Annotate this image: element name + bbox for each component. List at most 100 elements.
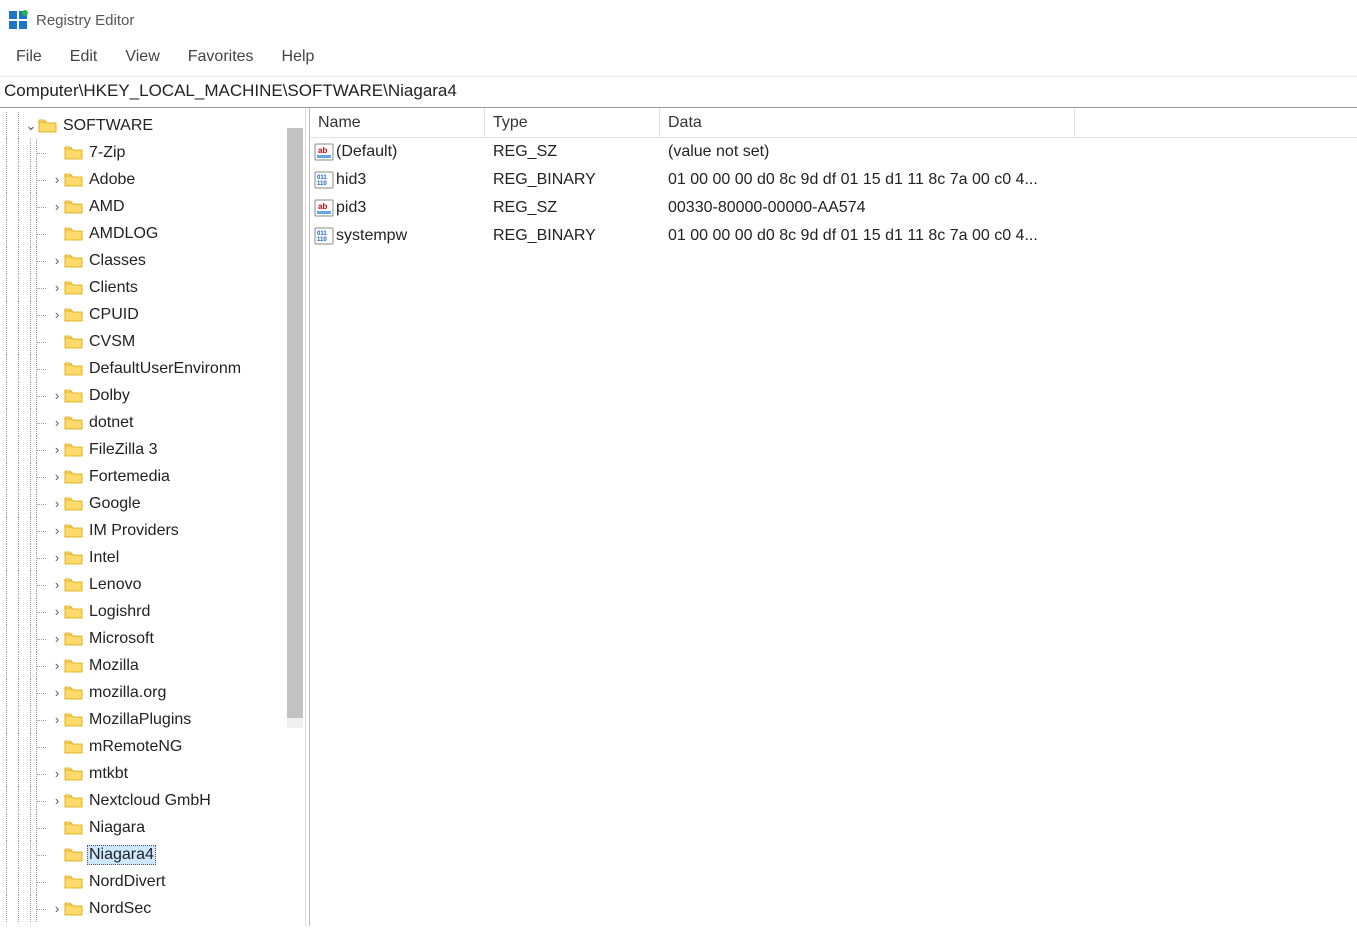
value-row[interactable]: 011110hid3REG_BINARY01 00 00 00 d0 8c 9d… [310,166,1357,194]
tree-node[interactable]: ›CPUID [0,301,309,328]
address-bar[interactable]: Computer\HKEY_LOCAL_MACHINE\SOFTWARE\Nia… [0,77,1357,108]
folder-icon [64,847,83,862]
tree-guide [12,328,24,355]
expander-icon[interactable]: ⌄ [24,118,38,134]
tree-guide [24,274,36,301]
expander-icon[interactable]: › [50,199,64,214]
tree-scroll-thumb[interactable] [287,128,303,718]
menu-file[interactable]: File [2,44,56,70]
tree-node-software[interactable]: ⌄SOFTWARE [0,112,309,139]
tree-guide [12,706,24,733]
tree-guide [0,463,12,490]
tree-node[interactable]: ›Niagara [0,814,309,841]
expander-spacer: › [50,145,64,160]
tree-node[interactable]: ›7-Zip [0,139,309,166]
tree-node[interactable]: ›mRemoteNG [0,733,309,760]
tree-node[interactable]: ›dotnet [0,409,309,436]
registry-tree[interactable]: ⌄SOFTWARE›7-Zip›Adobe›AMD›AMDLOG›Classes… [0,108,309,922]
expander-icon[interactable]: › [50,496,64,511]
expander-icon[interactable]: › [50,469,64,484]
expander-icon[interactable]: › [50,793,64,808]
tree-node[interactable]: ›Microsoft [0,625,309,652]
tree-node[interactable]: ›DefaultUserEnvironm [0,355,309,382]
tree-node[interactable]: ›mtkbt [0,760,309,787]
value-row[interactable]: abpid3REG_SZ00330-80000-00000-AA574 [310,194,1357,222]
folder-icon [64,604,83,619]
tree-node[interactable]: ›Dolby [0,382,309,409]
menu-edit[interactable]: Edit [56,44,112,70]
tree-branch [36,328,50,355]
column-header-type[interactable]: Type [485,108,660,137]
value-list[interactable]: ab(Default)REG_SZ(value not set)011110hi… [310,138,1357,250]
expander-icon[interactable]: › [50,658,64,673]
expander-icon[interactable]: › [50,901,64,916]
tree-guide [24,598,36,625]
value-row[interactable]: 011110systempwREG_BINARY01 00 00 00 d0 8… [310,222,1357,250]
tree-guide [12,517,24,544]
expander-icon[interactable]: › [50,415,64,430]
tree-node[interactable]: ›Lenovo [0,571,309,598]
tree-branch [36,571,50,598]
tree-node[interactable]: ›AMDLOG [0,220,309,247]
svg-text:ab: ab [318,146,327,155]
expander-icon[interactable]: › [50,523,64,538]
folder-icon [64,631,83,646]
tree-node[interactable]: ›MozillaPlugins [0,706,309,733]
tree-node[interactable]: ›Classes [0,247,309,274]
expander-icon[interactable]: › [50,388,64,403]
expander-icon[interactable]: › [50,577,64,592]
column-header-data[interactable]: Data [660,108,1075,137]
tree-node[interactable]: ›IM Providers [0,517,309,544]
tree-node[interactable]: ›FileZilla 3 [0,436,309,463]
tree-node[interactable]: ›AMD [0,193,309,220]
tree-node[interactable]: ›NordDivert [0,868,309,895]
tree-node[interactable]: ›mozilla.org [0,679,309,706]
expander-icon[interactable]: › [50,766,64,781]
tree-guide [12,166,24,193]
expander-icon[interactable]: › [50,712,64,727]
folder-icon [64,901,83,916]
tree-branch [36,220,50,247]
tree-branch [36,193,50,220]
menu-favorites[interactable]: Favorites [174,44,268,70]
expander-icon[interactable]: › [50,631,64,646]
expander-icon[interactable]: › [50,172,64,187]
tree-guide [24,193,36,220]
folder-icon [64,739,83,754]
tree-node[interactable]: ›Intel [0,544,309,571]
tree-guide [24,436,36,463]
menu-help[interactable]: Help [268,44,329,70]
svg-text:ab: ab [318,202,327,211]
tree-guide [0,220,12,247]
tree-scrollbar[interactable] [287,128,303,728]
expander-spacer: › [50,226,64,241]
list-header[interactable]: Name Type Data [310,108,1357,138]
tree-node[interactable]: ›Adobe [0,166,309,193]
splitter[interactable] [303,108,309,926]
column-header-name[interactable]: Name [310,108,485,137]
tree-node[interactable]: ›Fortemedia [0,463,309,490]
tree-guide [24,760,36,787]
tree-node[interactable]: ›NordSec [0,895,309,922]
tree-node[interactable]: ›Google [0,490,309,517]
expander-icon[interactable]: › [50,604,64,619]
expander-icon[interactable]: › [50,442,64,457]
expander-icon[interactable]: › [50,280,64,295]
value-row[interactable]: ab(Default)REG_SZ(value not set) [310,138,1357,166]
expander-icon[interactable]: › [50,307,64,322]
tree-node[interactable]: ›Niagara4 [0,841,309,868]
expander-icon[interactable]: › [50,685,64,700]
expander-icon[interactable]: › [50,253,64,268]
tree-node[interactable]: ›CVSM [0,328,309,355]
folder-icon [64,793,83,808]
expander-spacer: › [50,739,64,754]
tree-node[interactable]: ›Logishrd [0,598,309,625]
tree-node[interactable]: ›Clients [0,274,309,301]
menu-view[interactable]: View [111,44,173,70]
tree-node[interactable]: ›Mozilla [0,652,309,679]
expander-icon[interactable]: › [50,550,64,565]
folder-icon [64,712,83,727]
tree-node[interactable]: ›Nextcloud GmbH [0,787,309,814]
tree-guide [24,814,36,841]
tree-guide [24,517,36,544]
